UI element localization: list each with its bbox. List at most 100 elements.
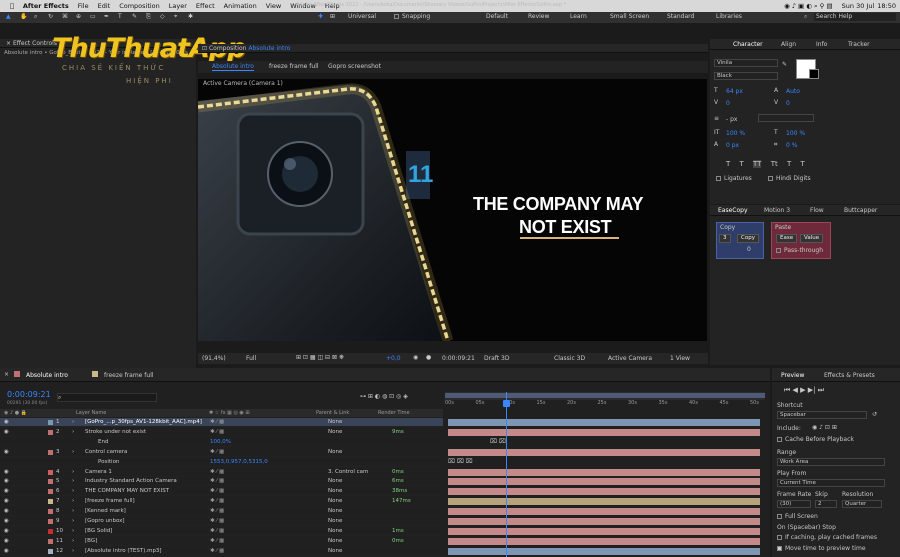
- layer-bar[interactable]: [448, 419, 760, 426]
- menu-animation[interactable]: Animation: [224, 2, 257, 10]
- snapping-toggle[interactable]: Snapping: [394, 13, 430, 20]
- timeline-tab-absolute-intro[interactable]: Absolute intro: [26, 372, 68, 379]
- cache-checkbox[interactable]: [777, 437, 782, 442]
- menu-file[interactable]: File: [78, 2, 89, 10]
- workspace-libraries[interactable]: Libraries: [716, 13, 742, 20]
- shortcut-select[interactable]: Spacebar: [777, 411, 867, 419]
- panel-close-icon[interactable]: ×: [6, 40, 11, 47]
- play-from-select[interactable]: Current Time: [777, 479, 885, 487]
- tab-tracker[interactable]: Tracker: [848, 41, 870, 48]
- timeline-close-icon[interactable]: ×: [4, 371, 9, 378]
- font-size-value[interactable]: 64 px: [726, 88, 743, 95]
- column-render-time[interactable]: Render Time: [378, 409, 410, 417]
- ligatures-option[interactable]: Ligatures: [716, 175, 752, 182]
- first-frame-icon[interactable]: ⏮: [784, 386, 790, 394]
- type-tool-icon[interactable]: T: [118, 13, 122, 20]
- next-frame-icon[interactable]: ▶|: [808, 386, 816, 394]
- stroke-color-swatch[interactable]: [809, 69, 819, 79]
- column-layer-name[interactable]: Layer Name: [76, 409, 106, 417]
- workspace-default[interactable]: Default: [486, 13, 508, 20]
- all-caps-button[interactable]: TT: [753, 160, 762, 168]
- tab-preview[interactable]: Preview: [781, 372, 804, 379]
- layer-bar[interactable]: [448, 428, 760, 436]
- keyframe-icon[interactable]: ⌧ ⌧ ⌧: [448, 458, 473, 465]
- layer-bar[interactable]: [448, 478, 760, 486]
- last-frame-icon[interactable]: ⏭: [818, 386, 824, 394]
- tab-motion[interactable]: Motion 3: [764, 207, 790, 214]
- lock-icon[interactable]: ⊡: [202, 45, 207, 52]
- search-icon[interactable]: ⌕: [804, 13, 807, 21]
- pan-behind-icon[interactable]: ⊕: [76, 13, 81, 20]
- pass-through-option[interactable]: Pass-through: [776, 247, 823, 254]
- composition-tab[interactable]: ⊡ Composition Absolute intro: [198, 44, 708, 53]
- resolution-select[interactable]: Quarter: [842, 500, 882, 508]
- eraser-tool-icon[interactable]: ◇: [160, 13, 165, 20]
- viewer-time[interactable]: 0:00:09:21: [442, 355, 475, 362]
- prev-frame-icon[interactable]: ◀: [793, 386, 798, 394]
- menu-layer[interactable]: Layer: [169, 2, 187, 10]
- exposure-value[interactable]: +0,0: [386, 355, 401, 362]
- layer-bar[interactable]: [448, 527, 760, 535]
- camera-view-select[interactable]: Active Camera: [608, 355, 652, 362]
- tab-effects-presets[interactable]: Effects & Presets: [824, 372, 875, 379]
- layer-bar[interactable]: [448, 537, 760, 545]
- layer-bar[interactable]: [448, 468, 760, 476]
- leading-value[interactable]: Auto: [786, 88, 800, 95]
- work-area-range[interactable]: [445, 393, 765, 398]
- workspace-learn[interactable]: Learn: [570, 13, 587, 20]
- value-button[interactable]: Value: [800, 234, 824, 243]
- menu-effect[interactable]: Effect: [196, 2, 215, 10]
- tab-info[interactable]: Info: [816, 41, 827, 48]
- workspace-standard[interactable]: Standard: [667, 13, 694, 20]
- menu-composition[interactable]: Composition: [119, 2, 160, 10]
- hindi-digits-checkbox[interactable]: [768, 176, 773, 181]
- pen-tool-icon[interactable]: ✒: [104, 13, 109, 20]
- puppet-tool-icon[interactable]: ✱: [188, 13, 193, 20]
- font-style-select[interactable]: Black: [714, 72, 778, 80]
- clock-time[interactable]: 18:50: [877, 2, 896, 10]
- frame-rate-select[interactable]: (30): [777, 500, 811, 508]
- clone-tool-icon[interactable]: ⎘: [146, 13, 151, 21]
- camera-tool-icon[interactable]: ⌘: [62, 13, 68, 20]
- hindi-digits-option[interactable]: Hindi Digits: [768, 175, 811, 182]
- roto-tool-icon[interactable]: ⌖: [174, 13, 177, 21]
- skip-select[interactable]: 2: [815, 500, 837, 508]
- workspace-review[interactable]: Review: [528, 13, 549, 20]
- tab-easecopy[interactable]: EaseCopy: [718, 207, 748, 214]
- clock-date[interactable]: Sun 30 Jul: [842, 2, 875, 10]
- timeline-switch-icons[interactable]: ⊶ ⊞ ◐ ◍ ⊡ ◎ ◈: [360, 393, 408, 400]
- layer-bar[interactable]: [448, 518, 760, 525]
- playhead-handle[interactable]: [503, 400, 510, 407]
- snapshot-icon[interactable]: ◉: [413, 354, 418, 361]
- time-ruler[interactable]: 00s 05s 10s 15s 20s 25s 30s 35s 40s 45s 50s: [445, 400, 765, 409]
- selection-tool-icon[interactable]: ▲: [6, 13, 11, 20]
- play-icon[interactable]: ▶: [800, 386, 805, 394]
- horizontal-scale-value[interactable]: 100 %: [786, 130, 805, 137]
- layer-search-input[interactable]: ⌕: [57, 393, 157, 402]
- menu-app[interactable]: After Effects: [23, 2, 69, 10]
- tracking-value[interactable]: 0: [786, 100, 790, 107]
- apple-icon[interactable]: : [10, 2, 14, 10]
- faux-bold-button[interactable]: T: [726, 160, 730, 168]
- renderer-label[interactable]: Draft 3D: [484, 355, 509, 362]
- zoom-select[interactable]: (91,4%): [202, 355, 226, 362]
- axis-local-icon[interactable]: ✚: [318, 13, 323, 20]
- tab-character[interactable]: Character: [733, 41, 763, 48]
- move-time-checkbox[interactable]: [777, 546, 782, 551]
- viewer-tab-absolute-intro[interactable]: Absolute intro: [212, 63, 254, 71]
- small-caps-button[interactable]: Tt: [771, 160, 778, 168]
- viewer-tab-freeze-frame[interactable]: freeze frame full: [269, 63, 319, 70]
- layer-bar[interactable]: [448, 547, 760, 555]
- axis-world-icon[interactable]: ⊞: [330, 13, 335, 20]
- font-family-select[interactable]: Vinila: [714, 59, 778, 67]
- timeline-timecode[interactable]: 0:00:09:21: [7, 390, 51, 399]
- full-screen-option[interactable]: Full Screen: [777, 513, 818, 520]
- ease-button[interactable]: Ease: [776, 234, 798, 243]
- layer-bar[interactable]: [448, 488, 760, 496]
- snapping-checkbox[interactable]: [394, 14, 399, 19]
- quality-select[interactable]: Full: [246, 355, 256, 362]
- brush-tool-icon[interactable]: ✎: [132, 13, 137, 20]
- timeline-tab-freeze-frame[interactable]: freeze frame full: [104, 372, 154, 379]
- menu-edit[interactable]: Edit: [98, 2, 111, 10]
- if-caching-option[interactable]: If caching, play cached frames: [777, 534, 877, 541]
